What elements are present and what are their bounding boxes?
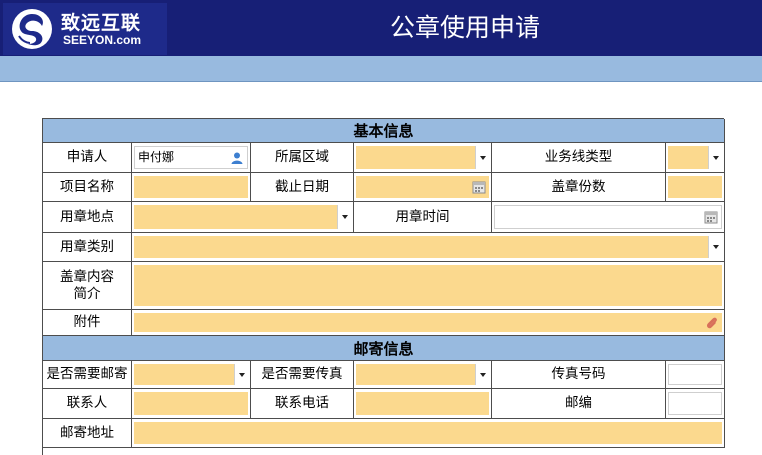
brand-name-en: SEEYON.com — [63, 33, 142, 47]
project-name-cell — [132, 173, 251, 202]
contact-phone-input[interactable] — [356, 392, 489, 415]
business-line-type-label: 业务线类型 — [492, 143, 666, 173]
seal-time-input[interactable] — [494, 205, 722, 229]
postcode-label: 邮编 — [492, 389, 666, 419]
seal-category-label: 用章类别 — [43, 233, 132, 262]
section-basic-info: 基本信息 — [43, 119, 725, 143]
seal-copies-input[interactable] — [668, 176, 722, 198]
chevron-down-icon[interactable] — [337, 205, 351, 229]
app-header: 致远互联 SEEYON.com 公章使用申请 — [0, 0, 762, 56]
mail-address-input[interactable] — [134, 422, 722, 444]
postcode-cell — [666, 389, 725, 419]
chevron-down-icon[interactable] — [708, 236, 722, 258]
chevron-down-icon[interactable] — [475, 146, 489, 169]
applicant-cell: 申付娜 — [132, 143, 251, 173]
deadline-date-input[interactable] — [356, 176, 489, 198]
deadline-label: 截止日期 — [251, 173, 354, 202]
header-strip — [0, 56, 762, 82]
need-mail-cell — [132, 361, 251, 389]
contact-label: 联系人 — [43, 389, 132, 419]
content-summary-textarea[interactable] — [134, 265, 722, 306]
calendar-icon[interactable] — [471, 179, 487, 195]
need-fax-cell — [354, 361, 492, 389]
content-summary-label-line2: 简介 — [73, 285, 101, 302]
attachment-cell — [132, 310, 725, 336]
seal-location-select[interactable] — [134, 205, 351, 229]
region-select[interactable] — [356, 146, 489, 169]
project-name-label: 项目名称 — [43, 173, 132, 202]
seal-category-cell — [132, 233, 725, 262]
seal-time-cell — [492, 202, 725, 233]
region-cell — [354, 143, 492, 173]
fax-number-cell — [666, 361, 725, 389]
seal-application-form: 基本信息 申请人 申付娜 所属区域 业务线类型 项目名称 截止日期 盖章份数 用… — [42, 118, 725, 455]
applicant-label: 申请人 — [43, 143, 132, 173]
chevron-down-icon[interactable] — [234, 364, 248, 385]
applicant-value: 申付娜 — [138, 150, 175, 164]
project-name-input[interactable] — [134, 176, 248, 198]
region-label: 所属区域 — [251, 143, 354, 173]
brand-name-cn: 致远互联 — [61, 12, 142, 34]
content-summary-cell — [132, 262, 725, 310]
mail-address-label: 邮寄地址 — [43, 419, 132, 448]
person-icon[interactable] — [229, 150, 245, 166]
contact-phone-label: 联系电话 — [251, 389, 354, 419]
fax-number-label: 传真号码 — [492, 361, 666, 389]
mail-address-cell — [132, 419, 725, 448]
content-summary-label-line1: 盖章内容 — [60, 268, 114, 285]
chevron-down-icon[interactable] — [708, 146, 722, 169]
section-mail-info: 邮寄信息 — [43, 336, 725, 361]
contact-phone-cell — [354, 389, 492, 419]
attachment-label: 附件 — [43, 310, 132, 336]
deadline-cell — [354, 173, 492, 202]
content-summary-label: 盖章内容 简介 — [43, 262, 132, 310]
fax-number-input[interactable] — [668, 364, 722, 385]
chevron-down-icon[interactable] — [475, 364, 489, 385]
business-line-type-select[interactable] — [668, 146, 722, 169]
seal-time-label: 用章时间 — [354, 202, 492, 233]
need-mail-select[interactable] — [134, 364, 248, 385]
contact-cell — [132, 389, 251, 419]
seal-location-cell — [132, 202, 354, 233]
need-fax-label: 是否需要传真 — [251, 361, 354, 389]
contact-input[interactable] — [134, 392, 248, 415]
need-mail-label: 是否需要邮寄 — [43, 361, 132, 389]
attachment-field[interactable] — [134, 313, 722, 332]
calendar-icon[interactable] — [703, 209, 719, 225]
seal-copies-label: 盖章份数 — [492, 173, 666, 202]
seeyon-logo-icon — [12, 9, 52, 49]
seal-copies-cell — [666, 173, 725, 202]
postcode-input[interactable] — [668, 392, 722, 415]
page-title: 公章使用申请 — [389, 13, 540, 42]
business-line-type-cell — [666, 143, 725, 173]
seal-category-select[interactable] — [134, 236, 722, 258]
need-fax-select[interactable] — [356, 364, 489, 385]
paperclip-icon[interactable] — [704, 315, 720, 331]
seal-location-label: 用章地点 — [43, 202, 132, 233]
brand-logo: 致远互联 SEEYON.com — [3, 3, 167, 55]
applicant-field[interactable]: 申付娜 — [134, 146, 248, 169]
